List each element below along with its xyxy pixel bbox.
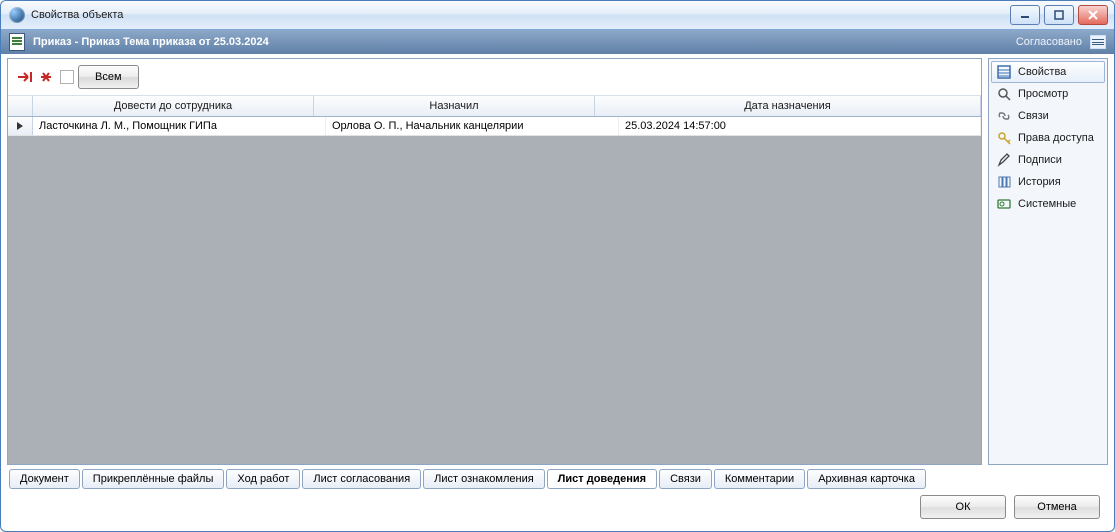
tab-archive-card[interactable]: Архивная карточка <box>807 469 926 489</box>
close-button[interactable] <box>1078 5 1108 25</box>
cell-assigned-at[interactable]: 25.03.2024 14:57:00 <box>619 117 981 135</box>
close-icon <box>1088 10 1098 20</box>
row-indicator-icon <box>8 117 33 135</box>
minimize-icon <box>1020 10 1030 20</box>
document-menu-button[interactable] <box>1090 35 1106 49</box>
sidenav-item-links[interactable]: Связи <box>991 105 1105 127</box>
tab-comments[interactable]: Комментарии <box>714 469 805 489</box>
checkbox-placeholder[interactable] <box>60 70 74 84</box>
col-header-assigned-by[interactable]: Назначил <box>314 96 595 116</box>
sidenav-item-label: Подписи <box>1018 154 1062 166</box>
client-area: Всем Довести до сотрудника Назначил Дата… <box>1 54 1114 531</box>
sidenav-item-label: Права доступа <box>1018 132 1094 144</box>
app-icon <box>9 7 25 23</box>
sidenav-item-label: История <box>1018 176 1061 188</box>
maximize-button[interactable] <box>1044 5 1074 25</box>
pen-icon <box>996 152 1012 168</box>
grid-corner <box>8 96 33 116</box>
key-icon <box>996 130 1012 146</box>
system-icon <box>996 196 1012 212</box>
footer: ОК Отмена <box>7 489 1108 525</box>
ok-button[interactable]: ОК <box>920 495 1006 519</box>
sidenav-item-system[interactable]: Системные <box>991 193 1105 215</box>
col-header-assigned-at[interactable]: Дата назначения <box>595 96 981 116</box>
properties-icon <box>996 64 1012 80</box>
sidenav-item-access[interactable]: Права доступа <box>991 127 1105 149</box>
tab-distribution-sheet[interactable]: Лист доведения <box>547 469 657 489</box>
window-title: Свойства объекта <box>31 9 1010 21</box>
sidenav-item-preview[interactable]: Просмотр <box>991 83 1105 105</box>
tab-acknowledgement-sheet[interactable]: Лист ознакомления <box>423 469 545 489</box>
sidenav-item-history[interactable]: История <box>991 171 1105 193</box>
sidenav-item-label: Просмотр <box>1018 88 1068 100</box>
document-header: Приказ - Приказ Тема приказа от 25.03.20… <box>1 30 1114 54</box>
tab-links[interactable]: Связи <box>659 469 712 489</box>
toolbar: Всем <box>8 59 981 96</box>
grid-body[interactable]: Ласточкина Л. М., Помощник ГИПа Орлова О… <box>8 117 981 464</box>
cancel-button[interactable]: Отмена <box>1014 495 1100 519</box>
sidenav-item-label: Связи <box>1018 110 1049 122</box>
tab-strip: Документ Прикреплённые файлы Ход работ Л… <box>7 467 1108 489</box>
cell-assigned-by[interactable]: Орлова О. П., Начальник канцелярии <box>326 117 619 135</box>
titlebar: Свойства объекта <box>1 1 1114 30</box>
document-caption: Приказ - Приказ Тема приказа от 25.03.20… <box>33 36 269 48</box>
tab-attachments[interactable]: Прикреплённые файлы <box>82 469 225 489</box>
side-nav: Свойства Просмотр Связи Права доступа По… <box>988 58 1108 465</box>
assign-all-label: Всем <box>95 71 122 83</box>
link-icon <box>996 108 1012 124</box>
table-row[interactable]: Ласточкина Л. М., Помощник ГИПа Орлова О… <box>8 117 981 136</box>
search-icon <box>996 86 1012 102</box>
delete-row-button[interactable] <box>38 68 56 86</box>
grid: Довести до сотрудника Назначил Дата назн… <box>8 96 981 464</box>
main-panel: Всем Довести до сотрудника Назначил Дата… <box>7 58 982 465</box>
grid-header: Довести до сотрудника Назначил Дата назн… <box>8 96 981 117</box>
tab-workflow[interactable]: Ход работ <box>226 469 300 489</box>
tab-approval-sheet[interactable]: Лист согласования <box>302 469 421 489</box>
maximize-icon <box>1054 10 1064 20</box>
content-row: Всем Довести до сотрудника Назначил Дата… <box>7 58 1108 465</box>
tab-document[interactable]: Документ <box>9 469 80 489</box>
col-header-employee[interactable]: Довести до сотрудника <box>33 96 314 116</box>
ok-label: ОК <box>956 501 971 513</box>
assign-all-button[interactable]: Всем <box>78 65 139 89</box>
document-icon <box>9 33 25 51</box>
add-row-button[interactable] <box>16 68 34 86</box>
sidenav-item-label: Свойства <box>1018 66 1066 78</box>
history-icon <box>996 174 1012 190</box>
minimize-button[interactable] <box>1010 5 1040 25</box>
window-root: Свойства объекта Приказ - Приказ Тема пр… <box>0 0 1115 532</box>
document-status: Согласовано <box>1016 36 1082 48</box>
cancel-label: Отмена <box>1037 501 1076 513</box>
sidenav-item-properties[interactable]: Свойства <box>991 61 1105 83</box>
sidenav-item-label: Системные <box>1018 198 1076 210</box>
system-buttons <box>1010 5 1114 25</box>
sidenav-item-signatures[interactable]: Подписи <box>991 149 1105 171</box>
cell-employee[interactable]: Ласточкина Л. М., Помощник ГИПа <box>33 117 326 135</box>
